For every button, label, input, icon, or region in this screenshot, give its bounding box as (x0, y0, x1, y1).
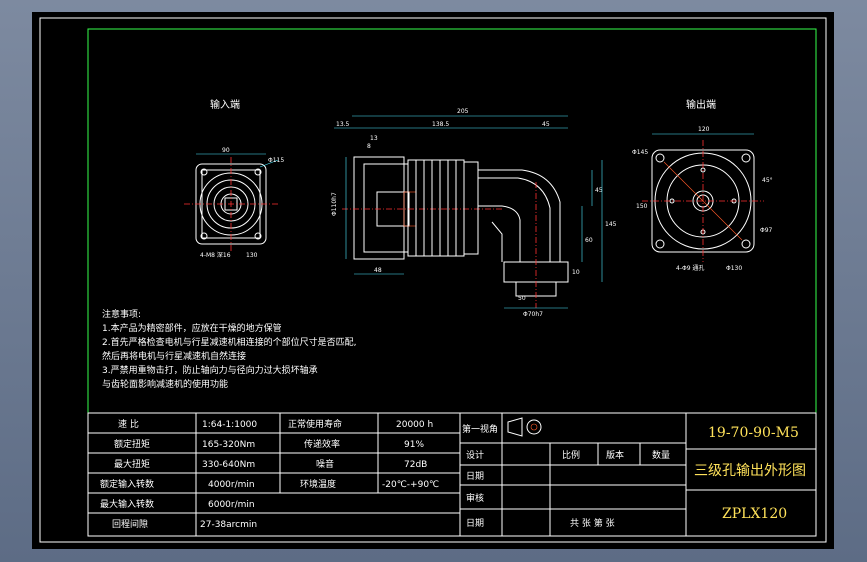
title-block: 第一视角 设计 日期 审核 日期 比例 版本 数量 共 张 第 张 19-70-… (459, 412, 817, 537)
dim-input-holes: 4-M8 深16 (200, 251, 231, 259)
spec-1-value: 165-320Nm (202, 440, 255, 450)
dim-h60: 60 (585, 237, 593, 244)
side-view: 205 13.5 138.5 45 13 8 Φ70h7 50 Φ110h7 4… (331, 108, 617, 318)
notes-line-2: 2.首先严格检查电机与行星减速机相连接的个部位尺寸是否匹配, (102, 336, 356, 348)
tb-drawing-code: 19-70-90-M5 (708, 425, 799, 441)
tb-check: 审核 (466, 492, 484, 504)
output-end-view: 输出端 120 Φ145 45° 150 Φ97 4-Φ9 通孔 Φ130 (632, 98, 773, 272)
tb-sheets: 共 张 第 张 (570, 517, 615, 529)
dim-output-45deg: 45° (762, 177, 773, 184)
spec-4-value: 6000r/min (208, 500, 255, 510)
dim-h45: 45 (595, 187, 603, 194)
spec-2-value: 330-640Nm (202, 460, 255, 470)
spec-4-label: 最大输入转数 (100, 498, 154, 510)
dim-output-holes: 4-Φ9 通孔 (676, 264, 704, 272)
drawing-sheet: 输入端 90 Φ115 4-M8 深16 130 205 13.5 138.5 … (32, 12, 834, 549)
spec-2-value2: 72dB (404, 460, 427, 470)
tb-date: 日期 (466, 518, 484, 529)
spec-table: 速 比 1:64-1:1000 正常使用寿命 20000 h 额定扭矩 165-… (87, 412, 461, 537)
spec-2-label2: 噪音 (316, 458, 334, 470)
spec-2-label: 最大扭矩 (114, 458, 150, 470)
notes-line-1: 1.本产品为精密部件，应放在干燥的地方保管 (102, 322, 282, 334)
notes-title: 注意事项: (102, 308, 141, 320)
tb-quantity: 数量 (652, 449, 670, 461)
dim-output-phi97: Φ97 (760, 227, 773, 234)
tb-drawing-name: 三级孔输出外形图 (694, 463, 806, 479)
dim-dia-110: Φ110h7 (331, 192, 338, 216)
drawing-canvas: 输入端 90 Φ115 4-M8 深16 130 205 13.5 138.5 … (39, 17, 827, 543)
tb-draft: 日期 (466, 471, 484, 482)
dim-output-flange: Φ70h7 (523, 311, 543, 318)
spec-1-label: 额定扭矩 (114, 438, 150, 450)
notes-line-5: 与齿轮面影响减速机的使用功能 (102, 378, 228, 390)
dim-output-phi145: Φ145 (632, 149, 648, 156)
spec-0-label: 速 比 (118, 418, 139, 430)
input-end-view: 输入端 90 Φ115 4-M8 深16 130 (184, 98, 284, 259)
spec-0-value2: 20000 h (396, 420, 433, 430)
dim-output-50: 50 (518, 295, 526, 302)
spec-1-label2: 传递效率 (304, 438, 340, 450)
dim-138: 138.5 (432, 121, 449, 128)
spec-5-label: 回程间隙 (112, 518, 148, 530)
output-view-label: 输出端 (686, 98, 716, 111)
input-view-label: 输入端 (210, 98, 240, 111)
technical-notes: 注意事项: 1.本产品为精密部件，应放在干燥的地方保管 2.首先严格检查电机与行… (102, 308, 356, 390)
dim-offset: 13.5 (336, 121, 350, 128)
dim-output-150: 150 (636, 203, 648, 210)
dim-total-length: 205 (457, 108, 469, 115)
dim-output-120: 120 (698, 126, 710, 133)
spec-3-label: 额定输入转数 (100, 478, 154, 490)
cad-viewport[interactable]: 输入端 90 Φ115 4-M8 深16 130 205 13.5 138.5 … (0, 0, 867, 562)
dim-input-130: 130 (246, 252, 258, 259)
tb-design: 设计 (466, 449, 484, 461)
notes-line-3: 然后再将电机与行星减速机自然连接 (102, 350, 246, 362)
tb-projection: 第一视角 (462, 423, 498, 435)
dim-45: 45 (542, 121, 550, 128)
spec-5-value: 27-38arcmin (200, 520, 257, 530)
dim-h10: 10 (572, 269, 580, 276)
notes-line-4: 3.严禁用重物击打，防止轴向力与径向力过大损坏轴承 (102, 364, 318, 376)
dim-shaft-13: 13 (370, 135, 378, 142)
spec-3-value: 4000r/min (208, 480, 255, 490)
tb-scale: 比例 (562, 449, 580, 461)
spec-0-label2: 正常使用寿命 (288, 418, 342, 430)
dim-output-phi130: Φ130 (726, 265, 742, 272)
projection-symbol-icon (507, 417, 542, 437)
spec-1-value2: 91% (404, 440, 424, 450)
tb-version: 版本 (606, 449, 624, 461)
dim-input-90: 90 (222, 147, 230, 154)
dim-shaft-8: 8 (367, 143, 371, 150)
spec-3-value2: -20℃-+90℃ (382, 480, 439, 490)
dim-input-115: Φ115 (268, 157, 284, 164)
spec-0-value: 1:64-1:1000 (202, 420, 257, 430)
tb-model: ZPLX120 (722, 506, 787, 522)
spec-3-label2: 环境温度 (300, 478, 336, 490)
dim-48: 48 (374, 267, 382, 274)
dim-h145: 145 (605, 221, 617, 228)
